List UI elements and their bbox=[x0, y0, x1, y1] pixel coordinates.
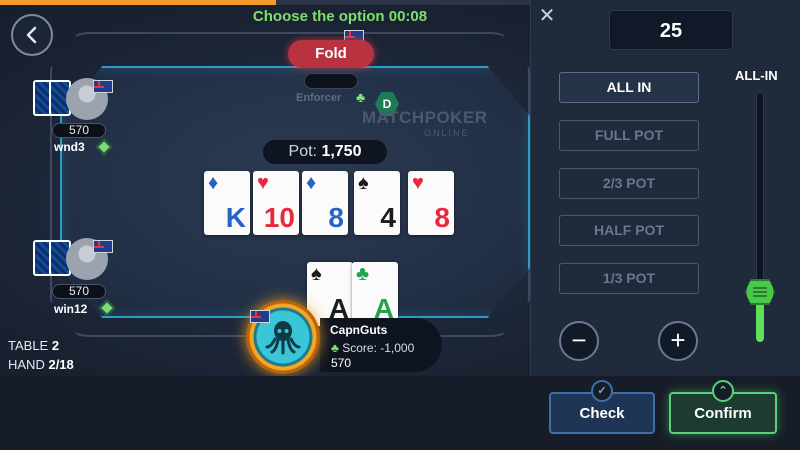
bet-amount-display[interactable]: 25 bbox=[609, 10, 733, 50]
hero-score-text: Score: -1,000 bbox=[342, 341, 415, 355]
player-name: win12 bbox=[54, 302, 88, 316]
hand-counter: 2/18 bbox=[48, 357, 74, 372]
board-card: ♠ 4 bbox=[354, 171, 400, 235]
opponent-name: Enforcer bbox=[296, 92, 342, 104]
back-button[interactable] bbox=[11, 14, 53, 56]
timer-text: Choose the option 00:08 bbox=[252, 8, 428, 25]
full-pot-button[interactable]: FULL POT bbox=[559, 120, 699, 151]
bet-slider-thumb[interactable] bbox=[745, 279, 775, 305]
all-in-button[interactable]: ALL IN bbox=[559, 72, 699, 103]
card-suit: ♠ bbox=[311, 263, 322, 285]
card-rank: 8 bbox=[328, 202, 344, 233]
hero-score: ♣ Score: -1,000 bbox=[331, 341, 414, 355]
player-name: wnd3 bbox=[54, 140, 85, 154]
turn-timer-track bbox=[0, 0, 530, 5]
card-rank: 10 bbox=[263, 202, 295, 233]
australia-flag-icon bbox=[93, 80, 113, 93]
slider-max-label: ALL-IN bbox=[735, 68, 778, 83]
player-stack: 570 bbox=[52, 284, 106, 299]
card-suit: ♥ bbox=[412, 172, 424, 194]
card-suit: ♥ bbox=[257, 172, 269, 194]
turn-timer-fill bbox=[0, 0, 276, 5]
hero-stack: 570 bbox=[331, 356, 352, 370]
one-third-pot-button[interactable]: 1/3 POT bbox=[559, 263, 699, 294]
poker-table-screen: Choose the option 00:08 Fold Enforcer ♣ … bbox=[0, 0, 800, 450]
checkmark-icon: ✓ bbox=[591, 380, 613, 402]
club-icon: ♣ bbox=[356, 89, 366, 105]
card-suit: ♠ bbox=[358, 172, 369, 194]
board-card: ♥ 10 bbox=[253, 171, 299, 235]
card-rank: 4 bbox=[380, 202, 396, 233]
decrease-bet-button[interactable]: − bbox=[559, 321, 599, 361]
octopus-icon bbox=[265, 321, 301, 355]
check-button-label: Check bbox=[579, 405, 625, 422]
board-card: ♦ K bbox=[204, 171, 250, 235]
player-stack: 570 bbox=[52, 123, 106, 138]
table-number: 2 bbox=[51, 338, 60, 353]
hand-label: HAND bbox=[8, 357, 45, 372]
table-hand-info: TABLE 2 HAND 2/18 bbox=[8, 336, 74, 374]
table-label: TABLE bbox=[8, 338, 49, 353]
pot-value: 1,750 bbox=[321, 143, 362, 160]
pot-label: Pot: bbox=[288, 143, 317, 160]
half-pot-button[interactable]: HALF POT bbox=[559, 215, 699, 246]
watermark-logo: MATCHPOKER bbox=[362, 108, 488, 127]
confirm-button[interactable]: ⌃ Confirm bbox=[669, 380, 777, 434]
opponent-seat-ring bbox=[304, 73, 358, 89]
pot-display: Pot: 1,750 bbox=[263, 140, 387, 164]
hero-card: ♣ A bbox=[352, 262, 398, 326]
card-rank: K bbox=[225, 202, 246, 233]
close-icon[interactable]: ✕ bbox=[537, 6, 557, 26]
two-thirds-pot-button[interactable]: 2/3 POT bbox=[559, 168, 699, 199]
check-button[interactable]: ✓ Check bbox=[549, 380, 655, 434]
chevron-up-icon: ⌃ bbox=[712, 380, 734, 402]
board-card: ♥ 8 bbox=[408, 171, 454, 235]
card-suit: ♦ bbox=[306, 172, 317, 194]
card-rank: 8 bbox=[434, 202, 450, 233]
board-card: ♦ 8 bbox=[302, 171, 348, 235]
australia-flag-icon bbox=[93, 240, 113, 253]
card-suit: ♦ bbox=[208, 172, 219, 194]
confirm-button-label: Confirm bbox=[694, 405, 752, 422]
club-icon: ♣ bbox=[331, 341, 343, 355]
increase-bet-button[interactable]: + bbox=[658, 321, 698, 361]
chevron-left-icon bbox=[26, 26, 37, 44]
hero-name: CapnGuts bbox=[330, 323, 388, 337]
card-suit: ♣ bbox=[356, 263, 370, 285]
watermark-subtitle: ONLINE bbox=[424, 128, 470, 138]
fold-action-badge: Fold bbox=[288, 40, 374, 68]
australia-flag-icon bbox=[250, 310, 270, 323]
